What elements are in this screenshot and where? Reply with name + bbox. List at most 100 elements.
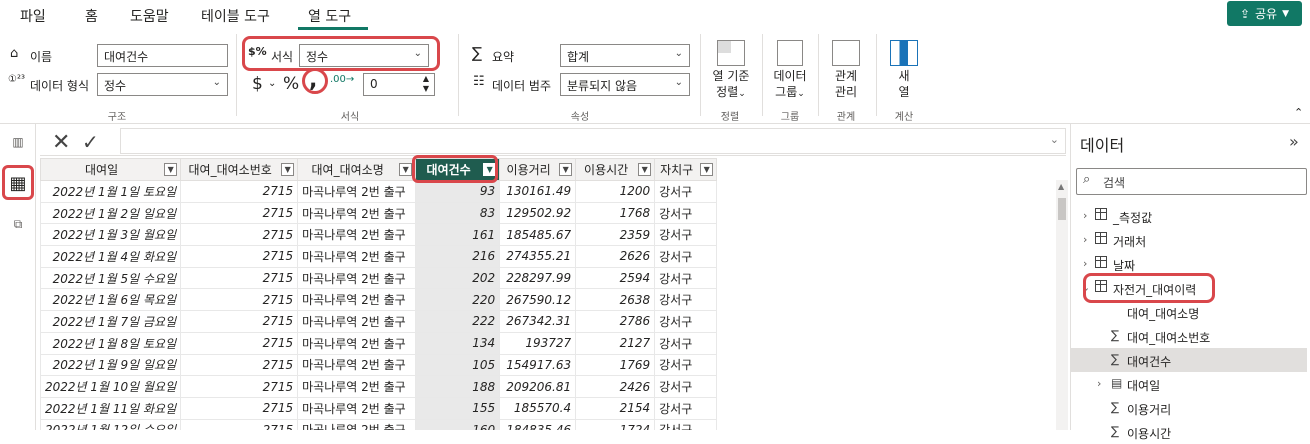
category-label: 데이터 범주 [492,79,552,93]
table-cell: 209206.81 [499,375,577,398]
report-view-icon[interactable]: ▥ [8,132,28,152]
category-select[interactable]: 분류되지 않음 ⌄ [560,73,690,96]
datatype-select[interactable]: 정수 ⌄ [97,73,228,96]
sort-by-column-button[interactable]: 열 기준 정렬⌄ [706,40,756,102]
column-header-이용시간[interactable]: 이용시간 ▼ [575,158,656,181]
decimal-increase-icon[interactable]: .00→ [330,74,354,85]
table-cell: 267342.31 [499,310,577,333]
chevron-right-icon[interactable]: › [1097,377,1101,390]
divider [458,34,459,116]
data-pane: 데이터 » ⌕ 검색 › _측정값 › 거래처 › 날짜 ⌄ 자전거_대여이력 대여_대여소명 ∑… [1070,124,1310,441]
ribbon-tabs: 파일 홈 도움말 테이블 도구 열 도구 ⇪ 공유 ▼ [0,0,1310,30]
table-cell: 2715 [180,266,299,290]
table-item-selected[interactable]: ⌄ 자전거_대여이력 [1071,276,1307,300]
table-row: 2022년 1월 1일 토요일 2715 마곡나루역 2번 출구 93 130161.4… [40,180,718,203]
percent-button[interactable]: % [283,74,299,94]
table-cell: 강서구 [654,288,718,312]
table-cell: 2786 [575,310,656,333]
table-cell: 222 [415,310,501,333]
table-item[interactable]: › 거래처 [1071,228,1307,252]
table-row: 2022년 1월 10일 월요일 2715 마곡나루역 2번 출구 188 209206… [40,375,718,398]
chevron-down-icon[interactable]: ⌄ [268,78,276,89]
field-item[interactable]: ∑ 대여_대여소번호 [1071,324,1307,348]
table-cell: 강서구 [654,310,718,333]
tab-file[interactable]: 파일 [20,6,46,26]
table-cell: 2022년 1월 3일 월요일 [40,223,182,247]
manage-relationships-button[interactable]: 관계 관리 [824,40,868,100]
table-item[interactable]: › 날짜 [1071,252,1307,276]
column-header-이용거리[interactable]: 이용거리 ▼ [499,158,577,181]
collapse-pane-icon[interactable]: » [1289,132,1299,151]
table-cell: 193727 [499,331,577,355]
table-cell: 강서구 [654,396,718,420]
table-view-icon[interactable]: ▦ [8,173,28,194]
chevron-down-icon: ▼ [399,163,413,176]
field-item[interactable]: 대여_대여소명 [1071,300,1307,324]
table-row: 2022년 1월 5일 수요일 2715 마곡나루역 2번 출구 202 228297.… [40,266,718,290]
field-item-selected[interactable]: ∑ 대여건수 [1071,348,1307,372]
tab-table-tools[interactable]: 테이블 도구 [201,6,270,26]
tab-column-tools[interactable]: 열 도구 [308,6,351,26]
table-cell: 1768 [575,201,656,225]
chevron-right-icon[interactable]: › [1083,233,1087,246]
table-cell: 마곡나루역 2번 출구 [297,331,417,355]
table-cell: 마곡나루역 2번 출구 [297,201,417,225]
chevron-down-icon: ▼ [281,163,295,176]
new-column-icon [890,40,918,66]
summary-label: 요약 [492,50,515,64]
chevron-down-icon: ▼ [559,163,573,176]
table-icon [1095,280,1107,295]
search-input[interactable]: ⌕ 검색 [1076,168,1307,195]
formula-input[interactable]: ⌄ [120,128,1066,154]
table-cell: 2022년 1월 9일 일요일 [40,353,182,377]
chevron-down-icon: ⌄ [413,48,422,59]
model-view-icon[interactable]: ⧉ [8,214,28,234]
table-cell: 마곡나루역 2번 출구 [297,418,417,430]
sort-icon [717,40,745,66]
table-cell: 강서구 [654,223,718,247]
table-cell: 마곡나루역 2번 출구 [297,310,417,333]
chevron-right-icon[interactable]: › [1083,257,1087,270]
table-cell: 220 [415,288,501,312]
format-select[interactable]: 정수 ⌄ [299,44,429,67]
column-header-자치구[interactable]: 자치구 ▼ [654,158,718,181]
column-header-대여소번호[interactable]: 대여_대여소번호 ▼ [180,158,299,181]
column-header-대여건수[interactable]: 대여건수 ▼ [415,158,501,181]
chevron-down-icon: ▼ [483,163,497,176]
field-item[interactable]: ∑ 이용거리 [1071,396,1307,420]
currency-button[interactable]: $ [252,74,263,94]
summary-select[interactable]: 합계 ⌄ [560,44,690,67]
table-cell: 2715 [180,375,299,398]
share-button[interactable]: ⇪ 공유 ▼ [1227,1,1302,26]
table-cell: 134 [415,331,501,355]
column-header-대여일[interactable]: 대여일 ▼ [40,158,182,181]
table-cell: 185570.4 [499,396,577,420]
check-icon[interactable]: ✓ [82,130,99,154]
ribbon: ⌂ 이름 대여건수 ①²³ 데이터 형식 정수 ⌄ 구조 $% 서식 정수 ⌄ $ … [0,30,1310,124]
table-cell: 2715 [180,353,299,377]
column-header-대여소명[interactable]: 대여_대여소명 ▼ [297,158,417,181]
decimals-input[interactable]: 0 ▲ ▼ [363,73,435,96]
collapse-ribbon-icon[interactable]: ⌃ [1294,106,1303,119]
table-cell: 154917.63 [499,353,577,377]
table-cell: 2715 [180,396,299,420]
scroll-thumb[interactable] [1058,198,1066,220]
chevron-right-icon[interactable]: › [1083,209,1087,222]
name-input[interactable]: 대여건수 [97,44,228,67]
chevron-down-icon[interactable]: ⌄ [1081,281,1090,294]
vertical-scrollbar[interactable]: ▲ [1056,180,1068,430]
tab-home[interactable]: 홈 [85,6,98,26]
data-groups-button[interactable]: 데이터 그룹⌄ [768,40,812,102]
field-item[interactable]: › ▤ 대여일 [1071,372,1307,396]
new-column-button[interactable]: 새 열 [882,40,926,100]
field-item[interactable]: ∑ 이용시간 [1071,420,1307,444]
table-item[interactable]: › _측정값 [1071,204,1307,228]
close-icon[interactable]: ✕ [52,130,70,155]
format-label: 서식 [271,50,294,64]
table-cell: 2022년 1월 12일 수요일 [40,418,182,430]
table-row: 2022년 1월 8일 토요일 2715 마곡나루역 2번 출구 134 193727 2… [40,331,718,355]
tab-help[interactable]: 도움말 [130,6,169,26]
table-cell: 1724 [575,418,656,430]
comma-button[interactable]: , [309,68,317,93]
chevron-down-icon: ▼ [164,163,178,176]
